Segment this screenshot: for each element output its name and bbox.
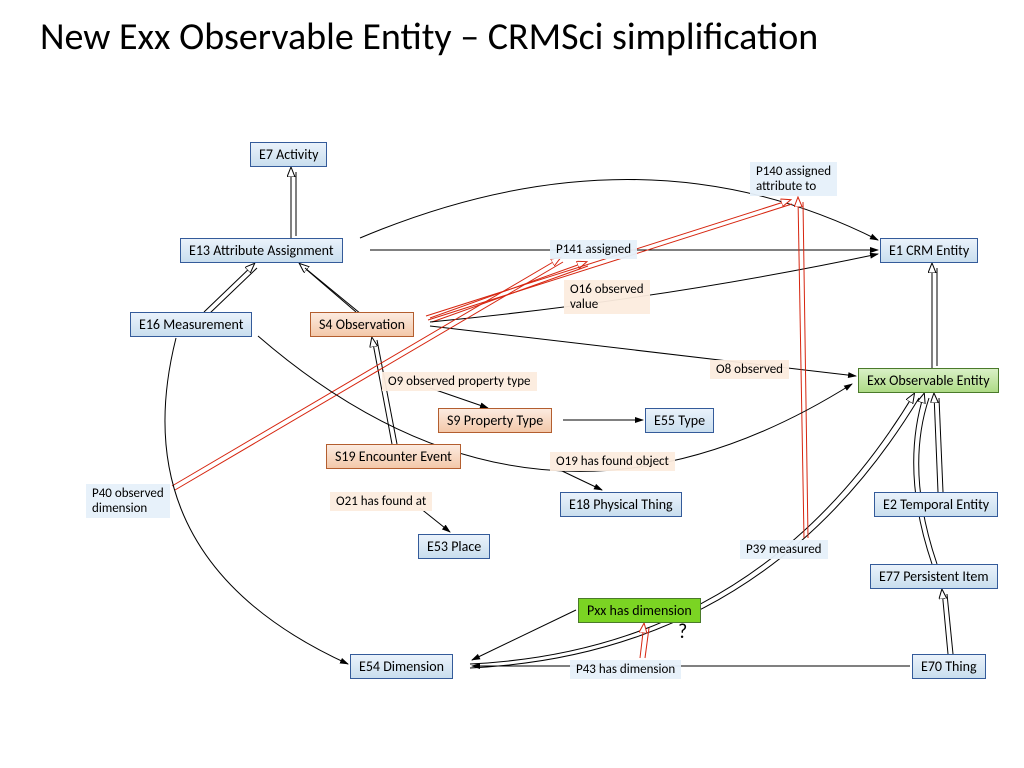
node-e54: E54 Dimension [350, 654, 453, 679]
node-e16: E16 Measurement [130, 312, 252, 337]
node-e55: E55 Type [645, 408, 714, 433]
node-e77: E77 Persistent Item [870, 564, 998, 589]
node-e70: E70 Thing [912, 654, 986, 679]
page-title: New Exx Observable Entity – CRMSci simpl… [40, 14, 818, 60]
node-s19: S19 Encounter Event [326, 444, 461, 469]
node-s4: S4 Observation [310, 312, 414, 337]
node-exx: Exx Observable Entity [858, 368, 999, 393]
node-e13: E13 Attribute Assignment [180, 238, 343, 263]
label-o8: O8 observed [710, 360, 789, 379]
label-o9: O9 observed property type [382, 372, 537, 391]
node-e53: E53 Place [418, 534, 490, 559]
node-e1: E1 CRM Entity [880, 238, 978, 263]
node-e2: E2 Temporal Entity [874, 492, 998, 517]
node-e18: E18 Physical Thing [560, 492, 682, 517]
label-p140: P140 assigned attribute to [750, 162, 837, 196]
label-o21: O21 has found at [330, 492, 432, 511]
label-p40: P40 observed dimension [86, 484, 170, 518]
label-p43: P43 has dimension [570, 660, 681, 679]
node-e7: E7 Activity [250, 142, 327, 167]
label-p39: P39 measured [740, 540, 828, 559]
label-o16: O16 observed value [564, 280, 650, 314]
node-s9: S9 Property Type [438, 408, 552, 433]
question-mark: ? [678, 620, 687, 644]
label-o19: O19 has found object [550, 452, 675, 471]
label-p141: P141 assigned [550, 240, 637, 259]
